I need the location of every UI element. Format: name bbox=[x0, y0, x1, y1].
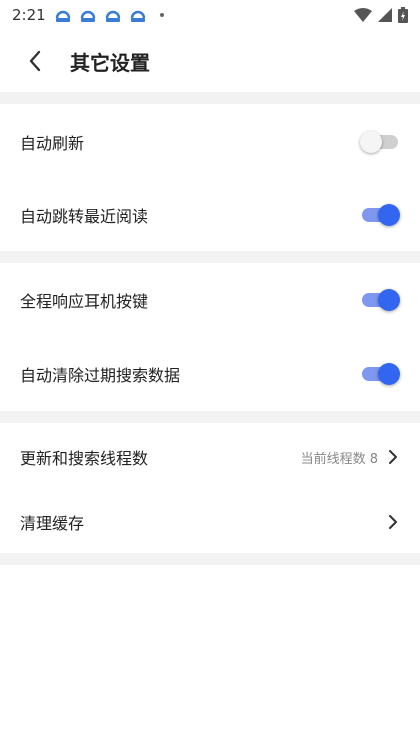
status-time: 2:21 bbox=[12, 6, 46, 24]
settings-section-1: 自动刷新 自动跳转最近阅读 bbox=[0, 104, 420, 251]
setting-label: 自动清除过期搜索数据 bbox=[20, 366, 181, 385]
app-notification-icon bbox=[80, 10, 95, 22]
app-notification-icon bbox=[130, 10, 145, 22]
app-notification-icon bbox=[55, 10, 70, 22]
setting-label: 自动刷新 bbox=[20, 133, 85, 153]
setting-clear-search-data[interactable]: 自动清除过期搜索数据 bbox=[0, 337, 420, 411]
thread-count-value: 当前线程数 8 bbox=[300, 451, 378, 467]
settings-section-3: 更新和搜索线程数 当前线程数 8 清理缓存 bbox=[0, 423, 420, 553]
setting-clear-cache[interactable]: 清理缓存 bbox=[0, 491, 420, 553]
battery-icon bbox=[398, 7, 408, 23]
toggle-thumb bbox=[378, 204, 400, 226]
more-notifications-dot bbox=[159, 13, 164, 17]
setting-auto-jump-recent[interactable]: 自动跳转最近阅读 bbox=[0, 179, 420, 251]
toggle-thumb bbox=[378, 363, 400, 385]
setting-label: 更新和搜索线程数 bbox=[20, 449, 149, 468]
settings-section-2: 全程响应耳机按键 自动清除过期搜索数据 bbox=[0, 263, 420, 411]
setting-label: 自动跳转最近阅读 bbox=[20, 207, 149, 226]
signal-icon bbox=[378, 8, 392, 22]
section-divider bbox=[0, 92, 420, 104]
status-bar: 2:21 bbox=[0, 0, 420, 30]
back-button[interactable] bbox=[22, 48, 48, 74]
setting-label: 全程响应耳机按键 bbox=[20, 292, 149, 311]
toggle-thumb bbox=[378, 289, 400, 311]
app-header: 其它设置 bbox=[0, 30, 420, 92]
section-divider bbox=[0, 553, 420, 565]
toggle-thumb bbox=[360, 130, 382, 153]
section-divider bbox=[0, 251, 420, 263]
status-right bbox=[354, 7, 408, 23]
notification-icons bbox=[54, 7, 164, 23]
page-title: 其它设置 bbox=[70, 50, 150, 75]
app-notification-icon bbox=[105, 10, 120, 22]
setting-headset-keys[interactable]: 全程响应耳机按键 bbox=[0, 263, 420, 337]
wifi-icon bbox=[354, 8, 372, 22]
setting-thread-count[interactable]: 更新和搜索线程数 当前线程数 8 bbox=[0, 423, 420, 491]
auto-jump-recent-toggle[interactable] bbox=[360, 204, 400, 226]
headset-keys-toggle[interactable] bbox=[360, 289, 400, 311]
clear-search-data-toggle[interactable] bbox=[360, 363, 400, 385]
chevron-right-icon bbox=[389, 515, 397, 529]
section-divider bbox=[0, 411, 420, 423]
chevron-left-icon bbox=[29, 50, 41, 72]
chevron-right-icon bbox=[389, 450, 397, 464]
setting-label: 清理缓存 bbox=[20, 514, 85, 533]
setting-auto-refresh[interactable]: 自动刷新 bbox=[0, 104, 420, 179]
auto-refresh-toggle[interactable] bbox=[360, 130, 400, 153]
